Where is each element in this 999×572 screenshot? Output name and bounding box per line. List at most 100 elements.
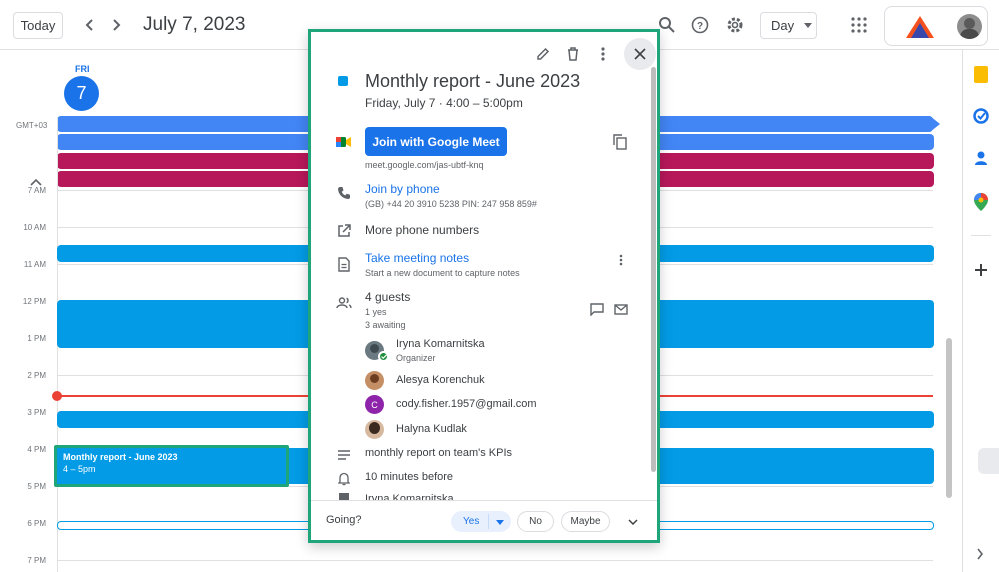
close-popup-button[interactable] [624, 38, 656, 70]
account-avatar[interactable] [957, 14, 982, 39]
rsvp-maybe-button[interactable]: Maybe [561, 511, 610, 532]
time-label: 2 PM [27, 371, 46, 380]
search-icon [659, 17, 675, 33]
panel-divider [971, 235, 991, 236]
time-label: 7 AM [27, 186, 46, 195]
time-label: 3 PM [27, 408, 46, 417]
help-button[interactable]: ? [689, 14, 711, 36]
delete-event-button[interactable] [563, 44, 583, 64]
previous-day-button[interactable] [80, 14, 100, 36]
copy-link-button[interactable] [611, 133, 629, 151]
rsvp-no-button[interactable]: No [517, 511, 554, 532]
rsvp-more-button[interactable] [625, 514, 641, 530]
phone-icon [335, 184, 353, 202]
notes-options-button[interactable] [613, 251, 629, 269]
guest-name: Iryna Komarnitska [396, 338, 485, 350]
take-notes-link[interactable]: Take meeting notes [365, 251, 469, 265]
side-panel [962, 50, 999, 572]
join-by-phone-link[interactable]: Join by phone [365, 182, 440, 196]
add-addon-button[interactable] [974, 263, 988, 282]
more-vert-icon [601, 47, 605, 61]
meet-link[interactable]: meet.google.com/jas-ubtf-knq [365, 160, 484, 170]
view-switcher[interactable]: Day [760, 12, 817, 39]
bell-icon [335, 470, 353, 488]
current-date-title: July 7, 2023 [143, 14, 246, 35]
guest-name: Halyna Kudlak [396, 423, 467, 435]
day-number[interactable]: 7 [64, 76, 99, 111]
copy-icon [613, 134, 627, 150]
reminder-text: 10 minutes before [365, 471, 454, 483]
help-icon: ? [691, 16, 709, 34]
avatar[interactable] [365, 371, 384, 390]
expand-panel-button[interactable] [976, 547, 984, 565]
edit-event-button[interactable] [533, 44, 553, 64]
event-details-popup: Monthly report - June 2023 Friday, July … [308, 29, 660, 543]
calendar-icon [335, 493, 353, 500]
weekday-label: FRI [75, 64, 90, 74]
avatar[interactable]: C [365, 395, 384, 414]
split-divider [488, 514, 489, 529]
settings-button[interactable] [724, 14, 746, 36]
guests-yes-count: 1 yes [365, 307, 387, 317]
mail-icon [614, 303, 628, 315]
grid-scrollbar[interactable] [946, 338, 952, 498]
google-meet-icon [335, 133, 353, 151]
more-options-button[interactable] [593, 44, 613, 64]
account-switcher[interactable] [884, 6, 988, 46]
description-icon [335, 446, 353, 464]
caret-down-icon [804, 23, 813, 28]
time-label: 11 AM [23, 260, 46, 269]
event-color-swatch [338, 76, 348, 86]
today-button[interactable]: Today [13, 12, 63, 39]
trash-icon [568, 47, 578, 61]
tasks-icon[interactable] [973, 108, 989, 129]
more-phone-numbers-link[interactable]: More phone numbers [365, 223, 479, 237]
view-label: Day [771, 18, 795, 33]
guests-icon [335, 294, 353, 312]
chevron-right-icon [977, 548, 984, 560]
side-panel-handle[interactable] [978, 448, 999, 474]
svg-text:?: ? [697, 21, 703, 32]
chevron-up-icon [30, 178, 42, 186]
document-icon [335, 255, 353, 273]
time-label: 5 PM [27, 482, 46, 491]
more-vert-icon [619, 254, 623, 266]
time-label: 6 PM [27, 519, 46, 528]
maps-icon[interactable] [974, 193, 988, 216]
accepted-check-icon [378, 351, 389, 362]
chevron-left-icon [85, 19, 93, 31]
guests-awaiting-count: 3 awaiting [365, 320, 406, 330]
selected-event-time: 4 – 5pm [63, 464, 96, 474]
join-meet-button[interactable]: Join with Google Meet [365, 127, 507, 156]
chat-with-guests-button[interactable] [588, 300, 606, 318]
email-guests-button[interactable] [612, 300, 630, 318]
time-label: 10 AM [23, 223, 46, 232]
next-day-button[interactable] [106, 14, 126, 36]
rsvp-footer: Going? Yes No Maybe [311, 500, 657, 540]
current-time-dot [52, 391, 62, 401]
phone-details: (GB) +44 20 3910 5238 PIN: 247 958 859# [365, 199, 537, 209]
time-label: 12 PM [22, 297, 46, 306]
going-label: Going? [326, 514, 362, 526]
selected-event-title: Monthly report - June 2023 [63, 452, 178, 462]
notes-subtitle: Start a new document to capture notes [365, 268, 520, 278]
avatar[interactable] [365, 420, 384, 439]
keep-icon[interactable] [974, 66, 988, 83]
popup-scrollbar[interactable] [651, 67, 656, 472]
apps-button[interactable] [848, 14, 870, 36]
open-external-icon [335, 222, 353, 240]
event-datetime: Friday, July 7 · 4:00 – 5:00pm [365, 96, 523, 110]
guest-name: Alesya Korenchuk [396, 374, 485, 386]
contacts-icon[interactable] [974, 150, 988, 171]
rsvp-yes-button[interactable]: Yes [451, 511, 511, 532]
organization-logo-icon [906, 16, 934, 38]
event-description: monthly report on team's KPIs [365, 447, 512, 459]
hour-gridline [57, 560, 933, 561]
time-label: 4 PM [27, 445, 46, 454]
timezone-label: GMT+03 [16, 121, 48, 130]
guests-count: 4 guests [365, 290, 411, 304]
chevron-right-icon [113, 19, 121, 31]
apps-grid-icon [851, 17, 867, 33]
selected-event[interactable]: Monthly report - June 2023 4 – 5pm [54, 445, 289, 487]
close-icon [634, 48, 646, 60]
